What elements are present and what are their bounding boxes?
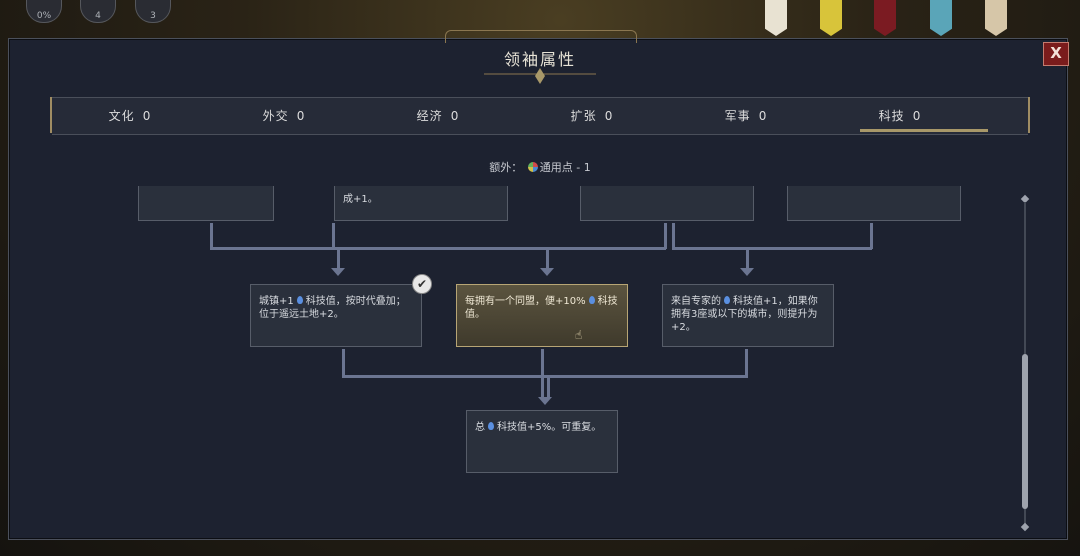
tab-diplomacy[interactable]: 外交 0 bbox=[209, 98, 359, 134]
checkmark-icon: ✔ bbox=[412, 274, 432, 294]
skill-node-town-science[interactable]: 城镇+1 科技值，按时代叠加；位于遥远土地+2。 bbox=[250, 284, 422, 347]
hud-stat-1[interactable]: 0% bbox=[26, 0, 62, 23]
tab-label: 外交 bbox=[262, 109, 289, 123]
node-text: 每拥有一个同盟，便+10% bbox=[465, 296, 586, 307]
connector bbox=[541, 349, 544, 397]
extra-label: 通用点 bbox=[539, 161, 573, 174]
skill-node-specialist-science[interactable]: 来自专家的 科技值+1，如果你拥有3座或以下的城市，则提升为+2。 bbox=[662, 284, 834, 347]
connector bbox=[746, 248, 749, 268]
connector bbox=[664, 223, 667, 249]
player-banner-5[interactable] bbox=[985, 0, 1007, 36]
player-banner-3[interactable] bbox=[874, 0, 896, 36]
tab-value: 0 bbox=[912, 109, 922, 123]
node-text: 科技值+5%。可重复。 bbox=[497, 422, 602, 433]
connector bbox=[870, 223, 873, 249]
tab-value: 0 bbox=[142, 109, 152, 123]
player-banner-4[interactable] bbox=[930, 0, 952, 36]
tab-value: 0 bbox=[758, 109, 768, 123]
tab-value: 0 bbox=[604, 109, 614, 123]
science-icon bbox=[724, 296, 730, 304]
extra-value: - 1 bbox=[576, 161, 591, 174]
arrow-icon bbox=[740, 268, 754, 276]
skill-node-top-4[interactable] bbox=[787, 186, 961, 221]
connector bbox=[547, 376, 550, 397]
arrow-icon bbox=[538, 397, 552, 405]
connector bbox=[546, 248, 549, 268]
skill-node-top-1[interactable] bbox=[138, 186, 274, 221]
general-point-icon bbox=[527, 162, 538, 172]
skill-node-top-3[interactable] bbox=[580, 186, 754, 221]
extra-prefix: 额外： bbox=[489, 161, 523, 174]
connector bbox=[672, 247, 872, 250]
skill-node-top-2[interactable]: 成+1。 bbox=[334, 186, 508, 221]
node-text: 来自专家的 bbox=[671, 296, 721, 307]
arrow-icon bbox=[331, 268, 345, 276]
scroll-down-icon[interactable] bbox=[1020, 522, 1030, 532]
tab-culture[interactable]: 文化 0 bbox=[55, 98, 205, 134]
tab-label: 经济 bbox=[416, 109, 443, 123]
node-text: 成+1。 bbox=[343, 194, 378, 205]
player-banner-2[interactable] bbox=[820, 0, 842, 36]
tab-value: 0 bbox=[450, 109, 460, 123]
connector bbox=[332, 247, 666, 250]
close-button[interactable]: X bbox=[1043, 42, 1069, 66]
tab-label: 军事 bbox=[724, 109, 751, 123]
selected-tab-indicator bbox=[860, 129, 988, 132]
pointer-cursor-icon: ☝ bbox=[575, 328, 583, 342]
tree-scrollbar[interactable] bbox=[1020, 194, 1030, 534]
hud-stat-2[interactable]: 4 bbox=[80, 0, 116, 23]
science-icon bbox=[488, 422, 494, 430]
tab-label: 扩张 bbox=[570, 109, 597, 123]
connector bbox=[332, 223, 335, 249]
extra-points: 额外： 通用点 - 1 bbox=[0, 159, 1080, 175]
science-icon bbox=[296, 296, 303, 304]
player-banner-1[interactable] bbox=[765, 0, 787, 36]
tab-military[interactable]: 军事 0 bbox=[671, 98, 821, 134]
tab-economy[interactable]: 经济 0 bbox=[363, 98, 513, 134]
tab-expansion[interactable]: 扩张 0 bbox=[517, 98, 667, 134]
tab-label: 文化 bbox=[108, 109, 135, 123]
connector bbox=[672, 223, 675, 249]
title-ornament-icon bbox=[484, 68, 596, 84]
scroll-thumb[interactable] bbox=[1022, 354, 1028, 509]
connector bbox=[210, 223, 213, 249]
connector bbox=[745, 349, 748, 377]
connector bbox=[342, 349, 345, 377]
node-text: 城镇+1 bbox=[259, 296, 294, 307]
connector bbox=[337, 248, 340, 268]
skill-node-alliance-science[interactable]: 每拥有一个同盟，便+10% 科技值。 bbox=[456, 284, 628, 347]
title-frame bbox=[445, 30, 637, 43]
arrow-icon bbox=[540, 268, 554, 276]
tab-value: 0 bbox=[296, 109, 306, 123]
tab-label: 科技 bbox=[878, 109, 905, 123]
connector bbox=[210, 247, 350, 250]
hud-stat-3[interactable]: 3 bbox=[135, 0, 171, 23]
node-text: 总 bbox=[475, 422, 485, 433]
science-icon bbox=[588, 296, 595, 304]
skill-node-total-science[interactable]: 总 科技值+5%。可重复。 bbox=[466, 410, 618, 473]
skill-tree: 成+1。 城镇+1 科技值，按时代叠加；位于遥远土地+2。 ✔ 每拥有一个同盟，便… bbox=[20, 186, 1020, 536]
connector bbox=[342, 375, 748, 378]
